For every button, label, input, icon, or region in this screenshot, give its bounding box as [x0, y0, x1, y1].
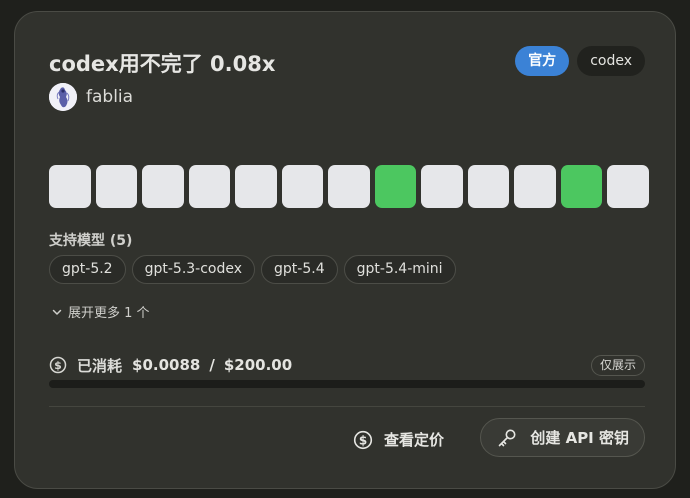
- model-chip: gpt-5.4: [261, 255, 338, 284]
- status-cell-down[interactable]: [514, 165, 556, 208]
- status-cell-down[interactable]: [467, 165, 509, 208]
- avatar-image-icon: [49, 83, 77, 111]
- divider: [49, 406, 645, 407]
- status-cell-up[interactable]: [374, 165, 416, 208]
- display-only-badge: 仅展示: [590, 354, 645, 376]
- dollar-icon: $: [49, 356, 67, 374]
- owner-name: fablia: [86, 87, 134, 107]
- svg-text:$: $: [359, 433, 367, 447]
- status-cell-down[interactable]: [235, 165, 277, 208]
- codex-tag-badge: codex: [577, 46, 645, 76]
- view-pricing-button[interactable]: $ 查看定价: [353, 429, 444, 450]
- create-api-key-button[interactable]: 创建 API 密钥: [480, 418, 645, 457]
- expand-models-button[interactable]: 展开更多 1 个: [51, 302, 150, 321]
- key-icon: [499, 429, 516, 446]
- models-heading: 支持模型 (5): [49, 233, 133, 249]
- view-pricing-label: 查看定价: [383, 431, 444, 449]
- dollar-icon: $: [353, 430, 373, 449]
- expand-models-label: 展开更多 1 个: [68, 306, 150, 321]
- owner: fablia: [49, 83, 133, 111]
- avatar: [49, 83, 77, 111]
- model-chip: gpt-5.2: [49, 255, 126, 284]
- usage-limit: $200.00: [223, 356, 293, 374]
- svg-text:$: $: [54, 359, 62, 372]
- status-cell-down[interactable]: [281, 165, 323, 208]
- usage-separator: /: [209, 356, 215, 374]
- channel-card: codex用不完了 0.08x 官方 codex fablia 支持模型 (5)…: [14, 11, 676, 489]
- status-cell-down[interactable]: [142, 165, 184, 208]
- badge-group: 官方 codex: [515, 46, 645, 76]
- status-history: [49, 165, 649, 208]
- official-badge: 官方: [515, 46, 570, 76]
- status-cell-down[interactable]: [607, 165, 649, 208]
- status-cell-down[interactable]: [188, 165, 230, 208]
- usage-label: 已消耗: [77, 356, 123, 375]
- model-chip: gpt-5.3-codex: [131, 255, 256, 284]
- usage-spent: $0.0088: [132, 356, 201, 374]
- status-cell-down[interactable]: [421, 165, 463, 208]
- chevron-down-icon: [52, 309, 62, 315]
- status-cell-down[interactable]: [49, 165, 91, 208]
- usage-progress-bar: [49, 380, 645, 388]
- status-cell-down[interactable]: [328, 165, 370, 208]
- usage-row: $ 已消耗 $0.0088 / $200.00 仅展示: [49, 354, 645, 376]
- model-list: gpt-5.2 gpt-5.3-codex gpt-5.4 gpt-5.4-mini: [49, 255, 456, 284]
- channel-title: codex用不完了 0.08x: [49, 52, 276, 76]
- model-chip: gpt-5.4-mini: [343, 255, 456, 284]
- status-cell-up[interactable]: [560, 165, 602, 208]
- status-cell-down[interactable]: [95, 165, 137, 208]
- create-api-key-label: 创建 API 密钥: [530, 429, 629, 447]
